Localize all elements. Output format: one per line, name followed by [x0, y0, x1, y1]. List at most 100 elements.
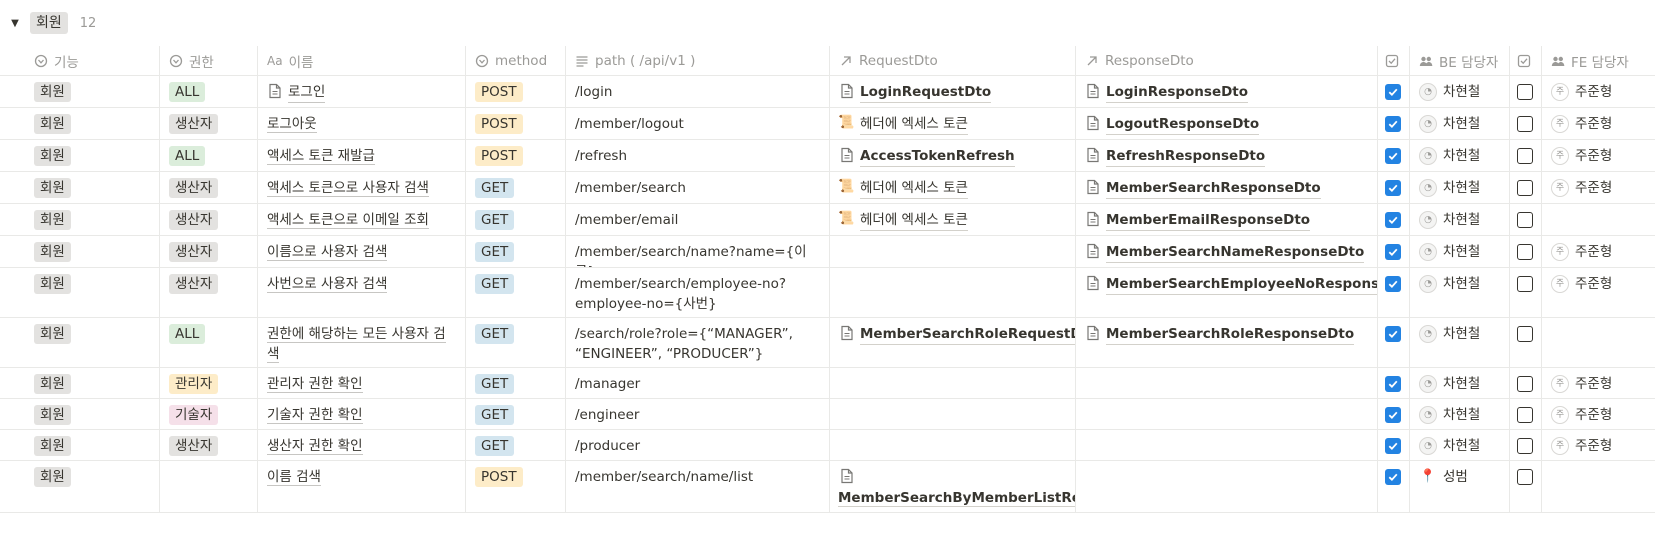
cell-path[interactable]: /member/search/name/list [566, 461, 830, 512]
cell-func[interactable]: 회원 [0, 108, 160, 139]
cell-fe-assignee[interactable]: 주 주준형 [1542, 399, 1655, 429]
cell-be-assignee[interactable]: ◔ 차현철 [1410, 76, 1510, 107]
table-row[interactable]: 회원 기술자 기술자 권한 확인 GET/engineer ◔ 차현철 주 주준형 [0, 399, 1655, 430]
response-dto-link[interactable]: MemberSearchNameResponseDto [1106, 242, 1365, 263]
cell-perm[interactable]: 관리자 [160, 368, 258, 398]
be-assignee[interactable]: 차현철 [1443, 436, 1480, 456]
be-done-checkbox[interactable] [1385, 469, 1401, 485]
cell-be-assignee[interactable]: ◔ 차현철 [1410, 430, 1510, 460]
table-row[interactable]: 회원 생산자 사번으로 사용자 검색 GET/member/search/employ… [0, 268, 1655, 318]
cell-fe-check[interactable] [1510, 108, 1542, 139]
cell-request-dto[interactable] [830, 399, 1076, 429]
be-assignee[interactable]: 차현철 [1443, 82, 1480, 102]
method-tag[interactable]: GET [475, 274, 515, 294]
table-row[interactable]: 회원 생산자 액세스 토큰으로 사용자 검색 GET/member/search 📜 헤더… [0, 172, 1655, 204]
table-row[interactable]: 회원 생산자 생산자 권한 확인 GET/producer ◔ 차현철 주 주준형 [0, 430, 1655, 461]
response-dto-link[interactable]: LoginResponseDto [1106, 82, 1249, 103]
cell-func[interactable]: 회원 [0, 461, 160, 512]
permission-tag[interactable]: 생산자 [169, 242, 219, 262]
request-dto-link[interactable]: MemberSearchByMemberListRequest [838, 490, 1075, 507]
permission-tag[interactable]: 생산자 [169, 114, 219, 134]
cell-be-assignee[interactable]: ◔ 차현철 [1410, 140, 1510, 171]
be-done-checkbox[interactable] [1385, 116, 1401, 132]
response-dto-link[interactable]: MemberSearchEmployeeNoResponseDto [1106, 274, 1377, 295]
be-done-checkbox[interactable] [1385, 244, 1401, 260]
column-header-fe-check[interactable] [1510, 46, 1542, 75]
cell-name[interactable]: 관리자 권한 확인 [258, 368, 466, 398]
cell-method[interactable]: GET [466, 399, 566, 429]
cell-be-check[interactable] [1378, 140, 1410, 171]
permission-tag[interactable]: 생산자 [169, 178, 219, 198]
cell-response-dto[interactable] [1076, 368, 1378, 398]
cell-func[interactable]: 회원 [0, 172, 160, 203]
cell-fe-check[interactable] [1510, 399, 1542, 429]
cell-request-dto[interactable] [830, 268, 1076, 317]
be-assignee[interactable]: 차현철 [1443, 242, 1480, 262]
cell-fe-check[interactable] [1510, 368, 1542, 398]
fe-assignee[interactable]: 주준형 [1575, 114, 1612, 134]
cell-fe-check[interactable] [1510, 430, 1542, 460]
method-tag[interactable]: POST [475, 467, 523, 487]
cell-path[interactable]: /member/logout [566, 108, 830, 139]
cell-be-check[interactable] [1378, 430, 1410, 460]
cell-func[interactable]: 회원 [0, 268, 160, 317]
be-done-checkbox[interactable] [1385, 326, 1401, 342]
column-header-be-check[interactable] [1378, 46, 1410, 75]
fe-done-checkbox[interactable] [1517, 326, 1533, 342]
cell-response-dto[interactable]: MemberSearchRoleResponseDto [1076, 318, 1378, 367]
cell-name[interactable]: 액세스 토큰으로 이메일 조회 [258, 204, 466, 235]
func-tag[interactable]: 회원 [34, 436, 71, 456]
permission-tag[interactable]: 생산자 [169, 274, 219, 294]
cell-response-dto[interactable]: RefreshResponseDto [1076, 140, 1378, 171]
cell-fe-assignee[interactable]: 주 주준형 [1542, 368, 1655, 398]
cell-path[interactable]: /login [566, 76, 830, 107]
fe-done-checkbox[interactable] [1517, 212, 1533, 228]
cell-method[interactable]: GET [466, 268, 566, 317]
cell-func[interactable]: 회원 [0, 236, 160, 267]
cell-be-check[interactable] [1378, 268, 1410, 317]
cell-request-dto[interactable]: MemberSearchRoleRequestDto [830, 318, 1076, 367]
cell-response-dto[interactable]: MemberEmailResponseDto [1076, 204, 1378, 235]
cell-perm[interactable] [160, 461, 258, 512]
cell-response-dto[interactable]: LogoutResponseDto [1076, 108, 1378, 139]
cell-be-check[interactable] [1378, 76, 1410, 107]
cell-name[interactable]: 생산자 권한 확인 [258, 430, 466, 460]
fe-assignee[interactable]: 주준형 [1575, 405, 1612, 425]
row-name[interactable]: 액세스 토큰 재발급 [267, 148, 375, 165]
cell-path[interactable]: /producer [566, 430, 830, 460]
func-tag[interactable]: 회원 [34, 274, 71, 294]
cell-method[interactable]: POST [466, 108, 566, 139]
func-tag[interactable]: 회원 [34, 210, 71, 230]
fe-done-checkbox[interactable] [1517, 469, 1533, 485]
cell-perm[interactable]: ALL [160, 318, 258, 367]
cell-be-check[interactable] [1378, 399, 1410, 429]
table-row[interactable]: 회원 ALL 로그인 POST/login LoginRequestDto LoginRe… [0, 76, 1655, 108]
func-tag[interactable]: 회원 [34, 82, 71, 102]
cell-perm[interactable]: 생산자 [160, 108, 258, 139]
be-done-checkbox[interactable] [1385, 376, 1401, 392]
cell-fe-assignee[interactable]: 주 주준형 [1542, 236, 1655, 267]
cell-fe-check[interactable] [1510, 268, 1542, 317]
cell-fe-assignee[interactable]: 주 주준형 [1542, 268, 1655, 317]
cell-be-check[interactable] [1378, 108, 1410, 139]
be-done-checkbox[interactable] [1385, 180, 1401, 196]
be-assignee[interactable]: 차현철 [1443, 178, 1480, 198]
be-done-checkbox[interactable] [1385, 84, 1401, 100]
method-tag[interactable]: GET [475, 436, 515, 456]
response-dto-link[interactable]: MemberSearchRoleResponseDto [1106, 324, 1355, 345]
func-tag[interactable]: 회원 [34, 467, 71, 487]
be-assignee[interactable]: 차현철 [1443, 405, 1480, 425]
response-dto-link[interactable]: RefreshResponseDto [1106, 146, 1266, 167]
cell-request-dto[interactable]: 📜 헤더에 엑세스 토큰 [830, 204, 1076, 235]
cell-method[interactable]: POST [466, 461, 566, 512]
cell-request-dto[interactable]: 📜 헤더에 엑세스 토큰 [830, 172, 1076, 203]
cell-request-dto[interactable]: 📜 헤더에 엑세스 토큰 [830, 108, 1076, 139]
cell-path[interactable]: /search/role?role={“MANAGER”, “ENGINEER”… [566, 318, 830, 367]
table-row[interactable]: 회원 관리자 관리자 권한 확인 GET/manager ◔ 차현철 주 주준형 [0, 368, 1655, 399]
collapse-toggle-icon[interactable]: ▼ [8, 16, 22, 30]
cell-fe-assignee[interactable] [1542, 318, 1655, 367]
row-name[interactable]: 관리자 권한 확인 [267, 376, 363, 393]
cell-response-dto[interactable]: LoginResponseDto [1076, 76, 1378, 107]
method-tag[interactable]: GET [475, 374, 515, 394]
permission-tag[interactable]: ALL [169, 82, 206, 102]
